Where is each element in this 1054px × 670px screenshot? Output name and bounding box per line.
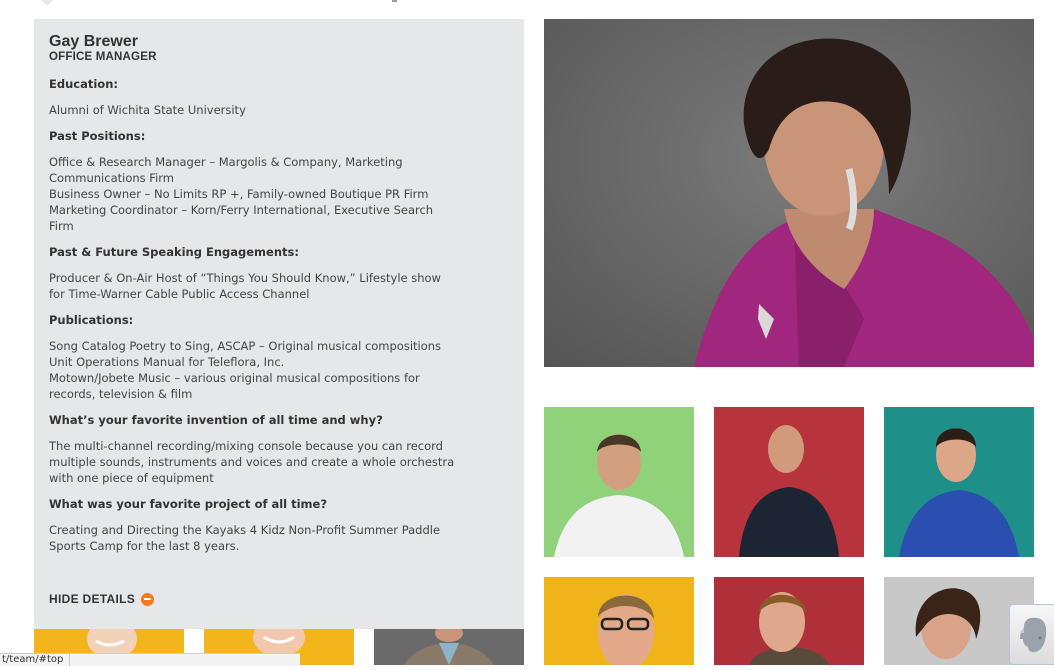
team-member-photo[interactable] xyxy=(884,407,1034,557)
section-heading: Past & Future Speaking Engagements: xyxy=(49,245,299,259)
section-line: Creating and Directing the Kayaks 4 Kidz… xyxy=(49,523,441,553)
team-member-photo[interactable] xyxy=(714,577,864,665)
elephant-icon xyxy=(1020,617,1047,653)
section-line: Marketing Coordinator – Korn/Ferry Inter… xyxy=(49,203,434,233)
hide-details-button[interactable]: HIDE DETAILS xyxy=(49,592,155,606)
section-line: Song Catalog Poetry to Sing, ASCAP – Ori… xyxy=(49,339,442,353)
section-heading: Education: xyxy=(49,77,118,91)
section-body: Alumni of Wichita State University xyxy=(49,102,459,118)
section-line: Unit Operations Manual for Teleflora, In… xyxy=(49,355,285,369)
section-body: Song Catalog Poetry to Sing, ASCAP – Ori… xyxy=(49,338,459,402)
profile-portrait xyxy=(544,19,1034,367)
status-url: t/team/#top xyxy=(0,653,71,666)
hide-details-label: HIDE DETAILS xyxy=(49,592,136,606)
minus-circle-icon xyxy=(141,592,155,606)
section-heading: What’s your favorite invention of all ti… xyxy=(49,413,383,427)
dot-marker xyxy=(392,0,397,2)
section-body: Office & Research Manager – Margolis & C… xyxy=(49,154,459,234)
team-member-photo[interactable] xyxy=(544,577,694,665)
section-line: Office & Research Manager – Margolis & C… xyxy=(49,155,403,185)
section-body: Producer & On-Air Host of “Things You Sh… xyxy=(49,270,459,302)
team-member-photo[interactable] xyxy=(544,407,694,557)
team-member-photo[interactable] xyxy=(714,407,864,557)
section-line: Motown/Jobete Music – various original m… xyxy=(49,371,420,401)
diamond-marker xyxy=(39,0,55,7)
section-heading: What was your favorite project of all ti… xyxy=(49,497,328,511)
profile-details-panel: Gay Brewer OFFICE MANAGER Education: Alu… xyxy=(34,19,524,629)
section-line: Alumni of Wichita State University xyxy=(49,103,246,117)
section-body: The multi-channel recording/mixing conso… xyxy=(49,438,459,486)
section-line: Producer & On-Air Host of “Things You Sh… xyxy=(49,271,441,301)
section-line: Business Owner – No Limits RP +, Family-… xyxy=(49,187,429,201)
evernote-clipper-button[interactable] xyxy=(1009,604,1054,665)
section-heading: Past Positions: xyxy=(49,129,146,143)
section-heading: Publications: xyxy=(49,313,134,327)
section-line: The multi-channel recording/mixing conso… xyxy=(49,439,455,485)
section-body: Creating and Directing the Kayaks 4 Kidz… xyxy=(49,522,459,554)
top-strip xyxy=(0,0,1054,12)
team-member-photo[interactable] xyxy=(374,629,524,665)
profile-name: Gay Brewer xyxy=(49,33,138,50)
profile-title: OFFICE MANAGER xyxy=(49,51,157,63)
